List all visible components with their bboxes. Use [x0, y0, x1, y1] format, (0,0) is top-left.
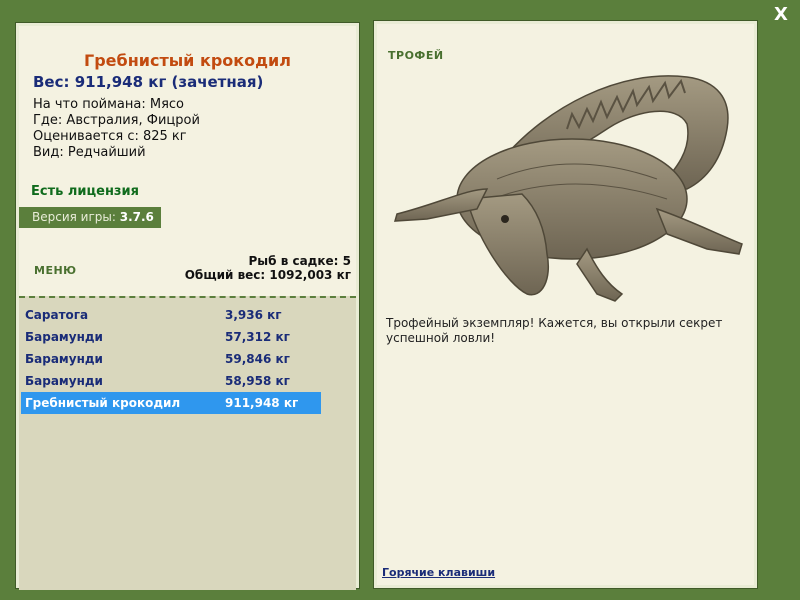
catch-weight: 911,948 кг	[225, 396, 299, 410]
catch-row[interactable]: Саратога 3,936 кг	[21, 304, 321, 326]
trophy-panel: ТРОФЕЙ Трофейный экземпляр! Кажется, вы …	[373, 20, 758, 589]
fish-title: Гребнистый крокодил	[84, 51, 291, 70]
total-weight: Общий вес: 1092,003 кг	[184, 268, 351, 282]
catch-weight: 3,936 кг	[225, 308, 282, 322]
catch-weight: 57,312 кг	[225, 330, 290, 344]
catch-row[interactable]: Барамунди 57,312 кг	[21, 326, 321, 348]
catch-weight: 59,846 кг	[225, 352, 290, 366]
kind-info: Вид: Редчайший	[33, 145, 146, 160]
fish-count: Рыб в садке: 5	[248, 254, 352, 268]
catch-name: Саратога	[25, 308, 89, 322]
catch-row[interactable]: Барамунди 59,846 кг	[21, 348, 321, 370]
license-status: Есть лицензия	[31, 184, 139, 199]
menu-button[interactable]: МЕНЮ	[34, 264, 77, 277]
catch-row[interactable]: Барамунди 58,958 кг	[21, 370, 321, 392]
crocodile-trophy-image	[393, 75, 743, 302]
catch-name: Гребнистый крокодил	[25, 396, 181, 410]
catch-row-selected[interactable]: Гребнистый крокодил 911,948 кг	[21, 392, 321, 414]
game-version: Версия игры: 3.7.6	[19, 207, 161, 228]
version-value: 3.7.6	[119, 210, 154, 224]
location-info: Где: Австралия, Фицрой	[33, 113, 200, 128]
catch-list: Саратога 3,936 кг Барамунди 57,312 кг Ба…	[19, 296, 356, 590]
bait-info: На что поймана: Мясо	[33, 97, 185, 112]
trophy-description: Трофейный экземпляр! Кажется, вы открыли…	[386, 316, 723, 345]
trophy-label: ТРОФЕЙ	[388, 49, 444, 62]
catch-name: Барамунди	[25, 374, 103, 388]
hotkeys-link[interactable]: Горячие клавиши	[382, 566, 495, 579]
keepnet-stats: Рыб в садке: 5 Общий вес: 1092,003 кг	[185, 254, 351, 282]
catch-weight: 58,958 кг	[225, 374, 290, 388]
catch-name: Барамунди	[25, 352, 103, 366]
close-button[interactable]: X	[774, 4, 788, 25]
valued-info: Оценивается с: 825 кг	[33, 129, 187, 144]
version-label: Версия игры:	[32, 210, 116, 224]
catch-name: Барамунди	[25, 330, 103, 344]
fish-info-panel: Гребнистый крокодил Вес: 911,948 кг (зач…	[15, 22, 360, 590]
fish-weight: Вес: 911,948 кг (зачетная)	[33, 73, 264, 91]
